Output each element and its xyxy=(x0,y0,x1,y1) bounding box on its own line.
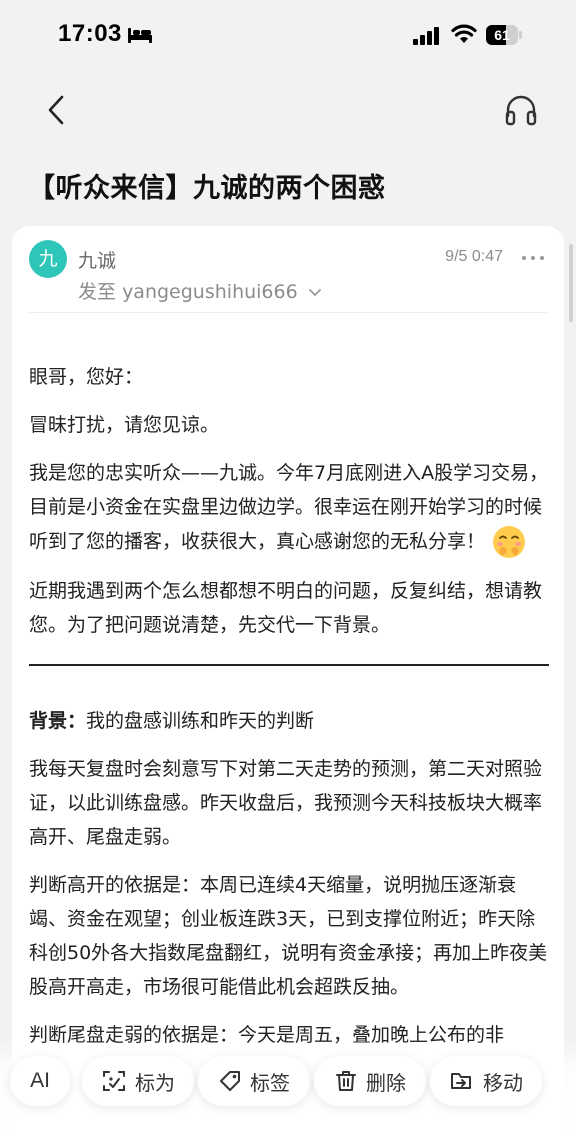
sender-name[interactable]: 九诚 xyxy=(78,246,116,273)
body-paragraph: 判断高开的依据是：本周已连续4天缩量，说明抛压逐渐衰竭、资金在观望；创业板连跌3… xyxy=(29,874,548,998)
headphones-icon[interactable] xyxy=(504,94,538,126)
status-time: 17:03 xyxy=(58,20,122,47)
recipient-address: yangegushihui666 xyxy=(122,281,298,303)
mark-as-button[interactable]: 标为 xyxy=(82,1056,194,1106)
email-time: 9/5 0:47 xyxy=(445,248,503,265)
body-paragraph: 我每天复盘时会刻意写下对第二天走势的预测，第二天对照验证，以此训练盘感。昨天收盘… xyxy=(29,758,543,848)
battery-indicator: 61 xyxy=(486,25,522,45)
section-heading-label: 背景： xyxy=(29,710,87,732)
body-paragraph: 近期我遇到两个怎么想都想不明白的问题，反复纠结，想请教您。为了把问题说清楚，先交… xyxy=(29,580,543,636)
shy-face-emoji-icon xyxy=(493,526,526,558)
section-heading-title: 我的盘感训练和昨天的判断 xyxy=(86,710,315,732)
mark-icon xyxy=(103,1071,125,1091)
battery-percent: 61 xyxy=(494,27,510,43)
move-label: 移动 xyxy=(483,1070,523,1095)
header-divider xyxy=(29,312,547,313)
chevron-down-icon xyxy=(308,288,321,296)
tag-icon xyxy=(220,1071,240,1091)
body-greeting: 眼哥，您好： xyxy=(29,366,144,388)
section-divider xyxy=(29,664,549,666)
sleep-focus-icon xyxy=(128,28,152,43)
section-heading: 背景：我的盘感训练和昨天的判断 xyxy=(29,704,549,738)
body-paragraph: 冒昧打扰，请您见谅。 xyxy=(29,414,220,436)
sender-avatar[interactable]: 九 xyxy=(29,240,67,278)
more-options-icon[interactable] xyxy=(522,248,544,268)
trash-icon xyxy=(336,1071,356,1091)
recipient-line[interactable]: 发至 yangegushihui666 xyxy=(78,277,322,304)
mark-as-label: 标为 xyxy=(135,1070,175,1095)
move-button[interactable]: 移动 xyxy=(430,1056,542,1106)
body-text: 我是您的忠实听众——九诚。今年7月底刚进入A股学习交易，目前是小资金在实盘里边做… xyxy=(29,462,549,553)
wifi-icon xyxy=(451,24,477,43)
ai-label: AI xyxy=(30,1069,50,1092)
back-button[interactable] xyxy=(40,92,72,128)
battery-body: 61 xyxy=(486,25,518,45)
chevron-left-icon xyxy=(48,95,64,125)
tag-button[interactable]: 标签 xyxy=(198,1056,310,1106)
delete-button[interactable]: 删除 xyxy=(314,1056,426,1106)
cellular-signal-icon xyxy=(413,27,439,45)
recipient-prefix: 发至 xyxy=(78,281,117,303)
tag-label: 标签 xyxy=(250,1070,290,1095)
delete-label: 删除 xyxy=(366,1070,406,1095)
page-title: 【听众来信】九诚的两个困惑 xyxy=(28,173,386,204)
email-body: 眼哥，您好： 冒昧打扰，请您见谅。 我是您的忠实听众——九诚。今年7月底刚进入A… xyxy=(29,360,549,1066)
scrollbar[interactable] xyxy=(569,244,573,322)
status-bar: 17:03 61 xyxy=(0,0,576,72)
ai-button[interactable]: AI xyxy=(10,1056,70,1106)
body-paragraph: 我是您的忠实听众——九诚。今年7月底刚进入A股学习交易，目前是小资金在实盘里边做… xyxy=(29,456,549,560)
battery-cap xyxy=(519,31,522,39)
bottom-toolbar: AI 标为 标签 删除 移动 xyxy=(10,1056,570,1106)
move-folder-icon xyxy=(451,1073,471,1089)
email-card: 九 九诚 发至 yangegushihui666 9/5 0:47 眼哥，您好：… xyxy=(12,226,564,1132)
